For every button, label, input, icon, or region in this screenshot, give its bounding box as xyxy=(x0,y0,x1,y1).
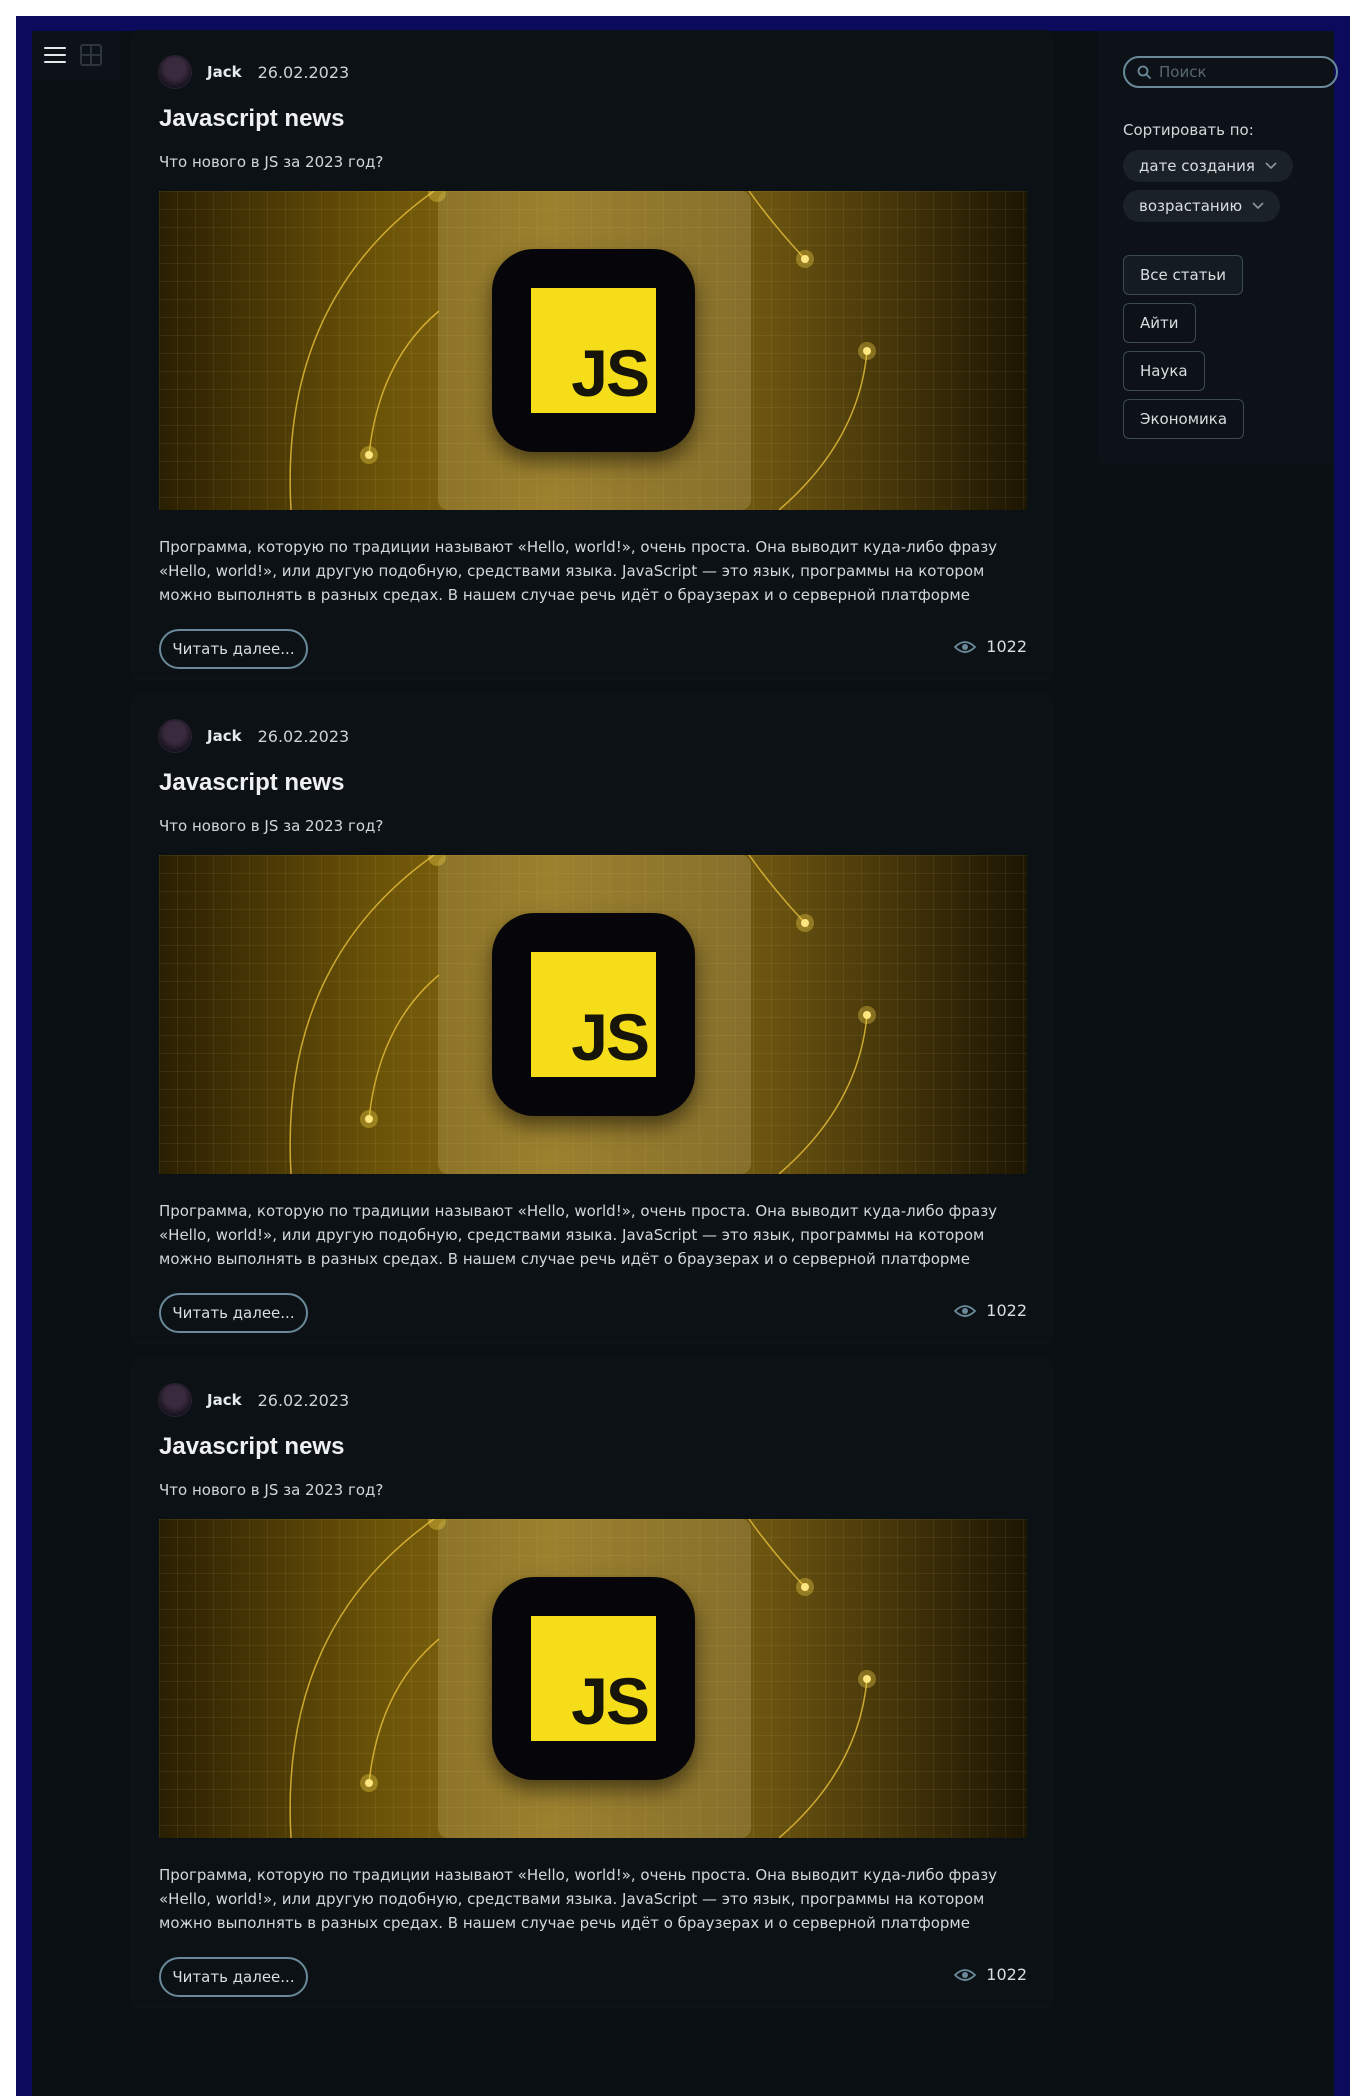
sort-field-value: дате создания xyxy=(1139,157,1255,175)
eye-icon xyxy=(954,640,977,653)
author-name[interactable]: Jack xyxy=(207,63,242,81)
article-date: 26.02.2023 xyxy=(257,726,350,746)
article-excerpt: Программа, которую по традиции называют … xyxy=(159,1202,998,1268)
search-box xyxy=(1123,56,1338,88)
article-image: JS xyxy=(159,855,1027,1174)
avatar[interactable] xyxy=(159,1384,191,1416)
article-image: JS xyxy=(159,1519,1027,1838)
filters-sidebar: Сортировать по: дате создания возрастани… xyxy=(1098,31,1338,463)
tag-science[interactable]: Наука xyxy=(1123,351,1205,391)
app-main: Jack 26.02.2023 Javascript news Что ново… xyxy=(32,31,1338,2096)
chevron-down-icon xyxy=(1265,162,1277,170)
article-card: Jack 26.02.2023 Javascript news Что ново… xyxy=(133,31,1051,679)
article-title[interactable]: Javascript news xyxy=(159,105,344,133)
article-meta: Jack 26.02.2023 xyxy=(159,719,349,753)
sort-field-select[interactable]: дате создания xyxy=(1123,150,1293,182)
author-name[interactable]: Jack xyxy=(207,1391,242,1409)
article-title[interactable]: Javascript news xyxy=(159,769,344,797)
sort-label: Сортировать по: xyxy=(1123,121,1254,139)
article-subtitle: Что нового в JS за 2023 год? xyxy=(159,153,384,171)
sort-order-value: возрастанию xyxy=(1139,197,1243,215)
sort-order-select[interactable]: возрастанию xyxy=(1123,190,1281,222)
article-list: Jack 26.02.2023 Javascript news Что ново… xyxy=(133,31,1083,2023)
menu-icon[interactable] xyxy=(44,46,66,64)
avatar[interactable] xyxy=(159,56,191,88)
js-logo-icon: JS xyxy=(531,288,656,413)
article-meta: Jack 26.02.2023 xyxy=(159,1383,349,1417)
view-count: 1022 xyxy=(954,1301,1027,1320)
grid-icon[interactable] xyxy=(80,44,102,66)
eye-icon xyxy=(954,1304,977,1317)
js-logo-icon: JS xyxy=(531,952,656,1077)
js-logo-text: JS xyxy=(571,336,650,410)
view-count: 1022 xyxy=(954,1965,1027,1984)
view-count-value: 1022 xyxy=(986,1301,1027,1320)
chevron-down-icon xyxy=(1252,202,1264,210)
author-name[interactable]: Jack xyxy=(207,727,242,745)
article-card: Jack 26.02.2023 Javascript news Что ново… xyxy=(133,695,1051,1343)
search-input[interactable] xyxy=(1159,63,1319,81)
tag-all-articles[interactable]: Все статьи xyxy=(1123,255,1244,295)
view-count-value: 1022 xyxy=(986,637,1027,656)
article-card: Jack 26.02.2023 Javascript news Что ново… xyxy=(133,1359,1051,2007)
read-more-button[interactable]: Читать далее... xyxy=(159,629,308,669)
article-title[interactable]: Javascript news xyxy=(159,1433,344,1461)
eye-icon xyxy=(954,1968,977,1981)
article-subtitle: Что нового в JS за 2023 год? xyxy=(159,817,384,835)
article-image: JS xyxy=(159,191,1027,510)
avatar[interactable] xyxy=(159,720,191,752)
view-switcher xyxy=(32,31,120,79)
js-logo-text: JS xyxy=(571,1664,650,1738)
view-count: 1022 xyxy=(954,637,1027,656)
read-more-button[interactable]: Читать далее... xyxy=(159,1957,308,1997)
article-meta: Jack 26.02.2023 xyxy=(159,55,349,89)
js-logo-text: JS xyxy=(571,1000,650,1074)
read-more-button[interactable]: Читать далее... xyxy=(159,1293,308,1333)
tag-it[interactable]: Айти xyxy=(1123,303,1196,343)
search-icon xyxy=(1137,65,1151,79)
article-excerpt: Программа, которую по традиции называют … xyxy=(159,538,998,604)
view-count-value: 1022 xyxy=(986,1965,1027,1984)
js-logo-icon: JS xyxy=(531,1616,656,1741)
article-date: 26.02.2023 xyxy=(257,1390,350,1410)
article-excerpt: Программа, которую по традиции называют … xyxy=(159,1866,998,1932)
article-date: 26.02.2023 xyxy=(257,62,350,82)
tag-economics[interactable]: Экономика xyxy=(1123,399,1245,439)
article-subtitle: Что нового в JS за 2023 год? xyxy=(159,1481,384,1499)
